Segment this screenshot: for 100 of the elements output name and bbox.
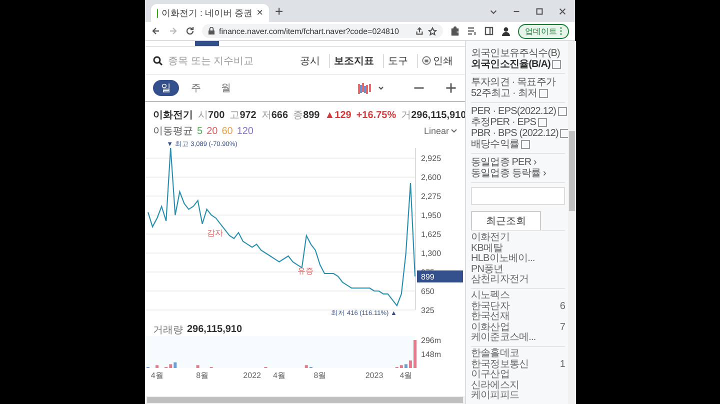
recent-stock-link[interactable]: PN풍년 (471, 264, 504, 276)
stock-name: 이화전기 (153, 109, 193, 122)
period-tab[interactable]: 일 (153, 80, 179, 96)
recent-stock-link[interactable]: 이화전기 (471, 233, 510, 244)
scale-dropdown[interactable]: Linear (424, 126, 457, 136)
tab-indicator (195, 41, 219, 46)
star-icon[interactable] (428, 26, 437, 36)
moving-average-period: 20 (206, 126, 218, 136)
recent-tab[interactable]: 최근조회 (471, 211, 541, 230)
avatar-icon[interactable] (501, 26, 511, 36)
recent-stock-value: 1 (560, 360, 565, 370)
info-icon[interactable] (539, 89, 548, 98)
info-icon[interactable] (552, 60, 562, 69)
close-icon[interactable] (558, 6, 567, 16)
maximize-icon[interactable] (535, 6, 544, 16)
recent-stock-link[interactable]: 삼천리자전거 (471, 275, 529, 286)
stock-info-label[interactable]: 동일업종 PER › (471, 157, 565, 168)
recent-stock-link[interactable]: 한국선재 (471, 312, 510, 323)
price-field: 종899 (293, 108, 320, 122)
tab-close-button[interactable]: × (256, 7, 263, 19)
update-button[interactable]: 업데이트 (518, 24, 569, 38)
stock-info-label[interactable]: 외국인소진율(B/A) (471, 59, 565, 70)
tab-title: 이화전기 : 네이버 증권 (162, 6, 253, 20)
stock-info-label[interactable]: 투자의견 · 목표주가 (471, 77, 565, 88)
change-percent: +16.75% (356, 110, 396, 121)
print-link[interactable]: 인쇄 (417, 54, 457, 68)
reload-icon[interactable] (185, 26, 195, 36)
back-arrow-icon[interactable] (151, 26, 161, 36)
moving-average-period: 60 (222, 126, 233, 136)
toolbar-link[interactable]: 공시 (296, 54, 324, 68)
x-tick-label: 2022 (243, 371, 261, 380)
price-change: ▲129 (324, 110, 352, 121)
volume-bar (196, 365, 200, 368)
recent-stock-link[interactable]: 케이준코스메... (471, 333, 536, 344)
share-icon[interactable] (415, 26, 424, 36)
event-label: 유증 (297, 266, 314, 276)
x-tick-label: 8월 (196, 371, 209, 380)
event-label: 감자 (206, 228, 223, 238)
recent-stock-value: 6 (560, 302, 565, 312)
caret-icon (451, 129, 457, 133)
recent-stock-link[interactable]: 신라에스지 (471, 380, 520, 392)
x-tick-label: 4월 (400, 371, 412, 380)
x-tick-label: 8월 (314, 371, 326, 380)
y-tick-label: 148m (421, 350, 442, 359)
printer-icon (422, 56, 431, 65)
new-tab-button[interactable]: + (275, 4, 284, 18)
volume-bar (156, 365, 159, 368)
stock-info-label[interactable]: 52주최고 · 최저 (471, 88, 565, 99)
recent-stock-link[interactable]: 이화산업 (471, 322, 510, 334)
info-icon[interactable] (558, 107, 568, 116)
reading-list-icon[interactable] (467, 26, 477, 36)
y-tick-label: 2,925 (421, 154, 442, 164)
volume-bar (414, 340, 416, 368)
price-field: 고972 (230, 108, 256, 122)
volume-value: 296,115,910 (187, 324, 242, 335)
moving-average-label: 이동평균 (153, 125, 193, 138)
volume-label: 거래량 (153, 324, 183, 336)
toolbar-link[interactable]: 도구 (383, 54, 412, 68)
y-tick-label: 2,600 (421, 173, 442, 182)
toolbar-link[interactable]: 보조지표 (329, 54, 378, 68)
search-icon[interactable] (153, 56, 163, 66)
recent-stock-link[interactable]: 한솔홀데코 (471, 349, 520, 360)
vertical-scrollbar[interactable] (568, 41, 576, 404)
recent-stock-link[interactable]: 한국정보통신 (471, 360, 529, 370)
y-tick-label: 1,950 (421, 211, 442, 220)
horizontal-scrollbar[interactable] (145, 396, 465, 404)
period-tab[interactable]: 주 (183, 80, 209, 96)
recent-stock-value: 7 (560, 322, 565, 334)
info-icon[interactable] (538, 118, 548, 127)
browser-tab[interactable]: 이화전기 : 네이버 증권 × (151, 4, 269, 22)
y-tick-label: 325 (421, 306, 434, 315)
stock-info-label[interactable]: PER · EPS(2022.12) (471, 106, 565, 117)
period-tab[interactable]: 월 (213, 80, 239, 96)
address-bar[interactable]: finance.naver.com/item/fchart.naver?code=024810 (202, 24, 443, 38)
x-tick-label: 4월 (150, 371, 164, 380)
y-tick-label: 1,625 (421, 230, 442, 240)
moving-average-period: 120 (236, 126, 254, 136)
moving-average-period: 5 (197, 126, 203, 136)
recent-stock-link[interactable]: 케이피피드 (471, 391, 520, 402)
stock-info-label[interactable]: 추정PER · EPS (471, 117, 565, 128)
recent-stock-link[interactable]: 한국단자 (471, 302, 510, 312)
stock-info-label[interactable]: 동일업종 등락률 › (471, 168, 565, 179)
recent-stock-link[interactable]: KB메탈 (471, 244, 503, 254)
info-icon[interactable] (521, 140, 530, 149)
x-tick-label: 2023 (365, 371, 384, 380)
stock-info-label[interactable]: 배당수익률 (471, 139, 565, 150)
candlestick-icon[interactable] (357, 82, 371, 94)
stock-info-label[interactable]: 외국인보유주식수(B) (471, 48, 565, 59)
y-tick-label: 1,300 (421, 249, 442, 258)
puzzle-icon[interactable] (450, 26, 460, 36)
y-tick-label: 296m (421, 336, 442, 345)
recent-stock-link[interactable]: HLB이노베이... (471, 254, 535, 265)
lock-icon (208, 27, 215, 35)
recent-stock-link[interactable]: 시노펙스 (471, 291, 510, 302)
y-tick-label: 2,275 (421, 192, 442, 202)
price-field: 저666 (261, 108, 288, 122)
zoom-in-icon[interactable] (445, 82, 457, 94)
y-tick-label: 650 (421, 287, 434, 296)
recent-stock-link[interactable]: 이구산업 (471, 370, 510, 381)
side-panel-icon[interactable] (484, 26, 494, 36)
